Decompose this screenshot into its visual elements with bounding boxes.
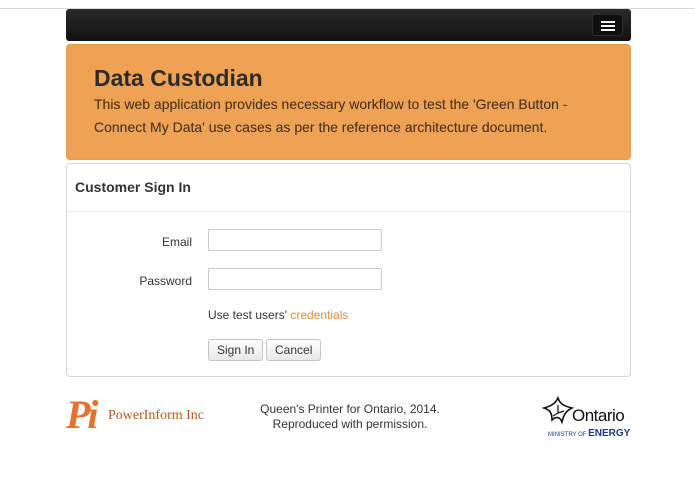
ministry-prefix: MINISTRY OF [548, 432, 587, 438]
page-description: This web application provides necessary … [94, 96, 568, 135]
ministry-name: ENERGY [588, 428, 631, 439]
powerinform-pi-mark: Pi [66, 392, 99, 437]
hamburger-bar [601, 29, 615, 31]
hamburger-menu-icon[interactable] [592, 14, 623, 36]
ontario-logo: Ontario MINISTRY OF ENERGY [542, 394, 637, 440]
jumbotron: Data Custodian This web application prov… [66, 44, 631, 160]
ministry-label: MINISTRY OF ENERGY [548, 428, 630, 439]
navbar [66, 9, 631, 41]
ontario-wordmark: Ontario [572, 406, 625, 425]
signin-heading: Customer Sign In [75, 179, 191, 195]
copyright-line-1: Queen's Printer for Ontario, 2014. [260, 402, 440, 416]
trillium-icon [542, 396, 574, 425]
email-label: Email [161, 235, 192, 249]
password-label: Password [139, 274, 192, 288]
copyright-notice: Queen's Printer for Ontario, 2014. Repro… [240, 402, 460, 432]
powerinform-logo: Pi PowerInform Inc [66, 394, 216, 438]
hamburger-bar [601, 21, 615, 23]
hint-text: Use test users' [208, 308, 287, 322]
powerinform-name: PowerInform Inc [108, 408, 205, 423]
signin-panel-heading: Customer Sign In [67, 164, 630, 212]
page-title: Data Custodian [94, 65, 263, 91]
signin-panel: Customer Sign In Email Password Use test… [66, 163, 631, 377]
password-field[interactable] [208, 268, 382, 290]
hamburger-bar [601, 25, 615, 27]
credentials-link[interactable]: credentials [290, 308, 348, 322]
email-field[interactable] [208, 229, 382, 251]
copyright-line-2: Reproduced with permission. [272, 417, 428, 431]
test-users-hint: Use test users' credentials [208, 308, 348, 322]
cancel-button[interactable]: Cancel [266, 339, 322, 361]
sign-in-button[interactable]: Sign In [208, 339, 264, 361]
